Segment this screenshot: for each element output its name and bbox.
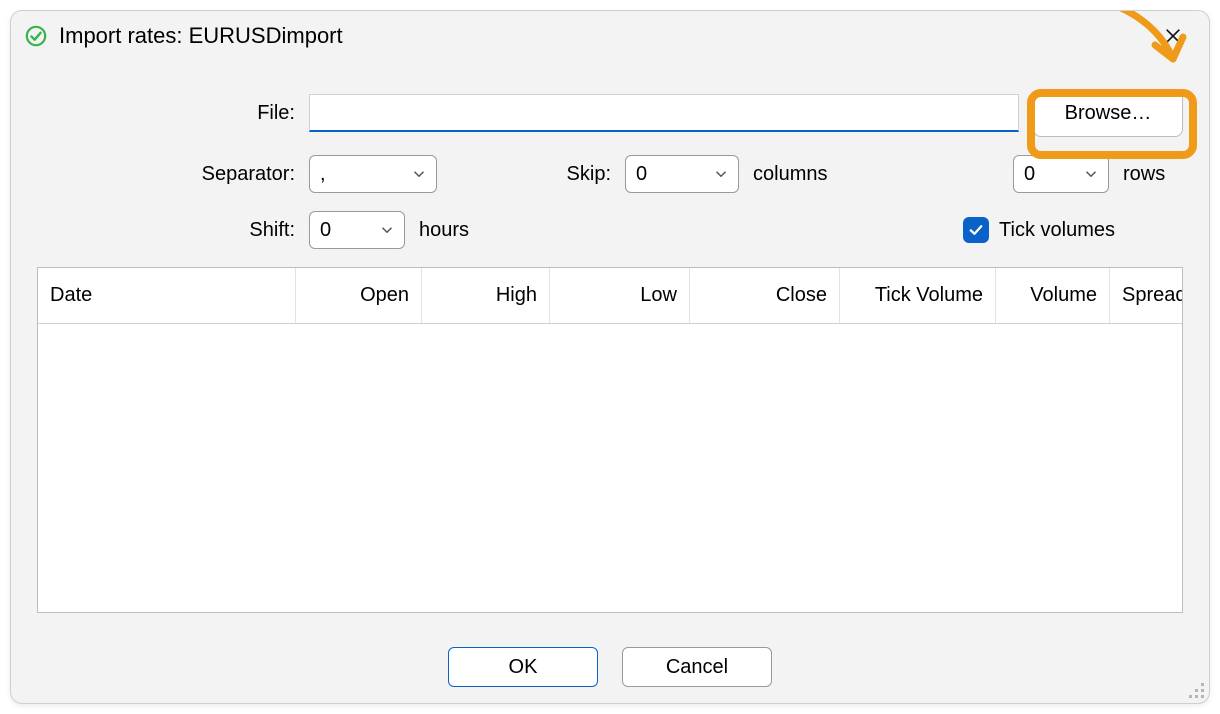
- skip-rows-select[interactable]: 0: [1013, 155, 1109, 193]
- separator-select[interactable]: ,: [309, 155, 437, 193]
- window-title: Import rates: EURUSDimport: [59, 23, 343, 49]
- skip-columns-select[interactable]: 0: [625, 155, 739, 193]
- file-label: File:: [37, 102, 295, 125]
- dialog-body: File: Browse… Separator: , Skip: 0: [11, 61, 1209, 613]
- browse-button[interactable]: Browse…: [1033, 89, 1183, 137]
- skip-columns-value: 0: [636, 163, 647, 186]
- col-low[interactable]: Low: [550, 268, 690, 323]
- chevron-down-icon: [378, 221, 396, 239]
- col-volume[interactable]: Volume: [996, 268, 1110, 323]
- shift-label: Shift:: [37, 219, 295, 242]
- chevron-down-icon: [712, 165, 730, 183]
- table-body-empty: [38, 324, 1182, 612]
- tick-volumes-label: Tick volumes: [999, 219, 1115, 242]
- shift-unit: hours: [419, 219, 499, 242]
- col-open[interactable]: Open: [296, 268, 422, 323]
- dialog-window: Import rates: EURUSDimport File: Browse……: [10, 10, 1210, 704]
- cancel-button[interactable]: Cancel: [622, 647, 772, 687]
- check-icon: [963, 217, 989, 243]
- ok-button[interactable]: OK: [448, 647, 598, 687]
- title-bar: Import rates: EURUSDimport: [11, 11, 1209, 61]
- col-tickvolume[interactable]: Tick Volume: [840, 268, 996, 323]
- skip-columns-unit: columns: [753, 163, 843, 186]
- dialog-footer: OK Cancel: [11, 647, 1209, 687]
- col-high[interactable]: High: [422, 268, 550, 323]
- col-spread[interactable]: Spread: [1110, 268, 1183, 323]
- skip-rows-unit: rows: [1123, 163, 1183, 186]
- separator-skip-row: Separator: , Skip: 0 columns 0: [37, 155, 1183, 193]
- col-close[interactable]: Close: [690, 268, 840, 323]
- shift-row: Shift: 0 hours Tick volumes: [37, 211, 1183, 249]
- separator-label: Separator:: [37, 163, 295, 186]
- file-input[interactable]: [309, 94, 1019, 132]
- chevron-down-icon: [1082, 165, 1100, 183]
- chevron-down-icon: [410, 165, 428, 183]
- separator-value: ,: [320, 163, 326, 186]
- tick-volumes-checkbox[interactable]: Tick volumes: [963, 217, 1115, 243]
- file-row: File: Browse…: [37, 89, 1183, 137]
- data-table: Date Open High Low Close Tick Volume Vol…: [37, 267, 1183, 613]
- app-icon: [25, 25, 47, 47]
- close-icon: [1163, 26, 1183, 46]
- shift-value: 0: [320, 219, 331, 242]
- col-date[interactable]: Date: [38, 268, 296, 323]
- skip-rows-value: 0: [1024, 163, 1035, 186]
- skip-label: Skip:: [451, 163, 611, 186]
- resize-grip[interactable]: [1187, 681, 1207, 701]
- shift-select[interactable]: 0: [309, 211, 405, 249]
- close-button[interactable]: [1151, 18, 1195, 54]
- table-header-row: Date Open High Low Close Tick Volume Vol…: [38, 268, 1182, 324]
